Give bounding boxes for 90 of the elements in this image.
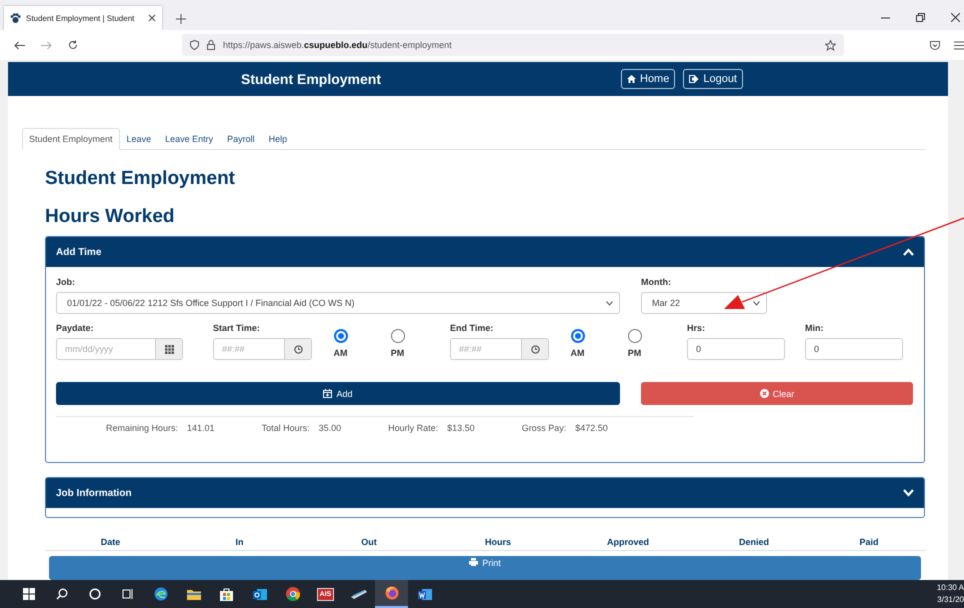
radio-button[interactable] (628, 329, 642, 343)
summary-value: 141.01 (187, 423, 215, 433)
summary-value: 35.00 (318, 423, 342, 433)
field-label: Month: (641, 277, 672, 287)
back-arrow-icon[interactable] (14, 40, 25, 50)
add-button[interactable]: Add (56, 382, 620, 405)
caret-icon (753, 300, 760, 306)
tab-title: Student Employment | Student (26, 14, 136, 22)
shield-icon (190, 40, 199, 50)
close-circle-icon (760, 389, 769, 398)
clock-icon (294, 344, 302, 354)
summary-value: $472.50 (575, 423, 608, 433)
menu-icon[interactable] (954, 40, 964, 50)
mail-app-icon[interactable] (252, 588, 266, 600)
star-icon[interactable] (825, 40, 836, 50)
nav-tab[interactable]: Leave (120, 128, 158, 150)
search-icon[interactable] (56, 588, 68, 600)
fox-globe-icon[interactable] (384, 586, 398, 600)
calendar-plus-icon (323, 389, 332, 398)
summary-label: Total Hours: (262, 423, 310, 433)
summary-value: $13.50 (447, 423, 475, 433)
restore-icon[interactable] (916, 13, 925, 22)
address-bar[interactable]: https://paws.aisweb.csupueblo.edu/student-employment (182, 34, 844, 56)
taskbar-date: 3/31/20 (937, 594, 964, 606)
field-label: Job: (56, 277, 76, 287)
minutes-field[interactable]: 0 (805, 338, 903, 360)
taskbar-time: 10:30 A (936, 582, 964, 594)
column-header: Hours (484, 537, 512, 547)
month-select[interactable]: Mar 22 (641, 292, 767, 314)
print-button[interactable]: Print (49, 556, 921, 580)
paw-icon (10, 12, 21, 24)
column-header: Date (100, 537, 122, 547)
chevron-up-icon[interactable] (903, 248, 914, 256)
hours-field[interactable]: 0 (687, 338, 785, 360)
radio-button[interactable] (570, 329, 584, 343)
summary-label: Hourly Rate: (388, 423, 438, 433)
nav-tab[interactable]: Payroll (220, 128, 262, 150)
column-header: In (234, 537, 244, 547)
home-icon (627, 75, 636, 83)
radio-label: PM (628, 348, 642, 358)
column-header: Paid (858, 537, 880, 547)
clock-icon (530, 344, 540, 354)
column-header: Out (360, 537, 378, 547)
radio-button[interactable] (390, 329, 404, 343)
shopping-bag-icon[interactable] (220, 588, 233, 600)
clear-button[interactable]: Clear (641, 382, 913, 405)
color-wheel-icon[interactable] (286, 587, 300, 601)
nav-tab[interactable]: Leave Entry (158, 128, 220, 150)
printer-icon (469, 558, 478, 566)
field-label: Min: (805, 323, 824, 333)
home-button[interactable]: Home (621, 69, 676, 89)
scanner-icon[interactable] (350, 589, 366, 599)
logout-button[interactable]: Logout (683, 69, 743, 89)
radio-label: AM (334, 348, 348, 358)
summary-label: Remaining Hours: (106, 423, 178, 433)
radio-label: AM (570, 348, 584, 358)
column-header: Denied (738, 537, 770, 547)
plus-icon[interactable] (176, 14, 186, 24)
column-header: Approved (606, 537, 650, 547)
chevron-down-icon[interactable] (903, 489, 914, 497)
field-label: Start Time: (213, 323, 261, 333)
nav-tab[interactable]: Student Employment (22, 128, 120, 150)
panel-title: Add Time (56, 246, 102, 258)
circle-icon[interactable] (88, 588, 100, 600)
nav-tab[interactable]: Help (262, 128, 294, 150)
radio-label: PM (390, 348, 404, 358)
folder-icon[interactable] (186, 588, 200, 600)
task-view-icon[interactable] (122, 588, 134, 600)
lock-icon (207, 40, 215, 50)
close-icon[interactable] (951, 13, 960, 22)
section-title: Hours Worked (45, 206, 176, 228)
field-label: Paydate: (56, 323, 95, 333)
close-icon[interactable] (148, 14, 156, 22)
job-select[interactable]: 01/01/22 - 05/06/22 1212 Sfs Office Support I / Financial Aid (CO WS N) (56, 292, 620, 314)
browser-tab[interactable]: Student Employment | Student (4, 6, 162, 30)
site-title: Student Employment (241, 71, 382, 87)
panel-title: Job Information (56, 488, 132, 498)
document-app-icon[interactable] (418, 588, 432, 600)
summary-label: Gross Pay: (522, 423, 566, 433)
windows-icon[interactable] (22, 588, 34, 600)
radio-button[interactable] (334, 329, 348, 343)
wave-logo-icon[interactable] (154, 587, 168, 601)
reload-icon[interactable] (68, 40, 78, 50)
pocket-icon[interactable] (930, 40, 940, 50)
field-label: Hrs: (687, 323, 706, 333)
page-title: Student Employment (45, 168, 236, 190)
logout-icon (689, 75, 700, 83)
field-label: End Time: (450, 323, 494, 333)
caret-icon (606, 300, 613, 306)
calendar-grid-icon (164, 344, 174, 354)
